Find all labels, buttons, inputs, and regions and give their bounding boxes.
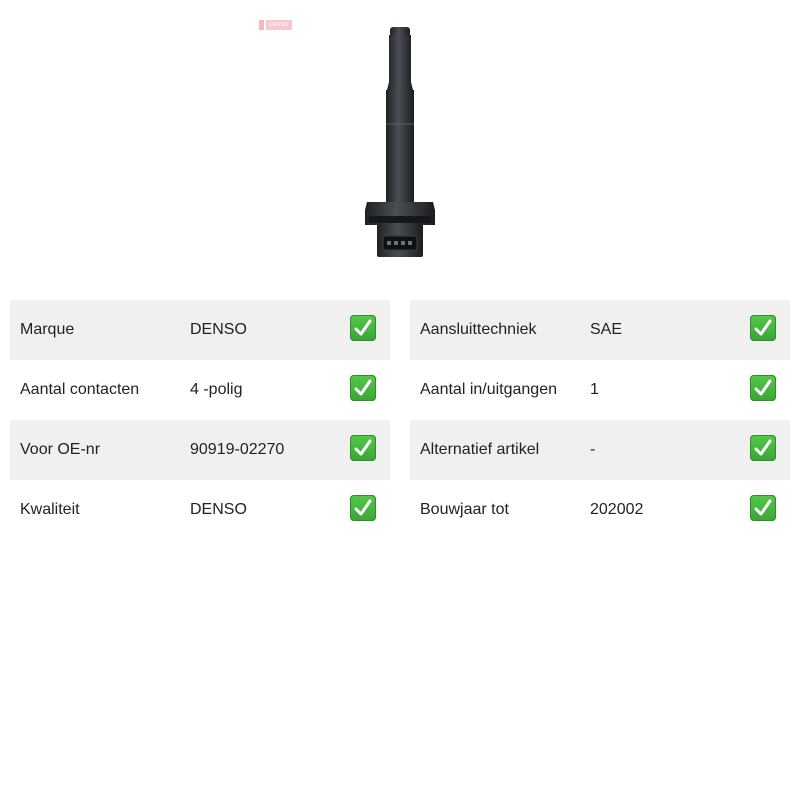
spec-label: Aantal in/uitgangen — [420, 381, 557, 398]
spec-column-left: Marque DENSO Aantal contacten 4 -polig V… — [10, 300, 390, 540]
spec-column-right: Aansluittechniek SAE Aantal in/uitgangen… — [410, 300, 790, 540]
spec-label: Aansluittechniek — [420, 321, 537, 338]
brand-logo: DENSO — [259, 19, 292, 31]
spec-value: 202002 — [590, 501, 644, 518]
spec-value: DENSO — [190, 501, 247, 518]
spec-row: Aantal in/uitgangen 1 — [410, 360, 790, 420]
product-hero: DENSO — [0, 0, 800, 280]
spec-row: Aansluittechniek SAE — [410, 300, 790, 360]
check-mark-icon — [350, 315, 376, 341]
spec-value: 1 — [590, 381, 599, 398]
spec-label: Voor OE-nr — [20, 441, 101, 458]
spec-value: 4 -polig — [190, 381, 243, 398]
check-mark-icon — [750, 495, 776, 521]
spec-table: Marque DENSO Aantal contacten 4 -polig V… — [10, 300, 790, 540]
check-mark-icon — [350, 375, 376, 401]
spec-row: Alternatief artikel - — [410, 420, 790, 480]
spec-value: DENSO — [190, 321, 247, 338]
spec-label: Aantal contacten — [20, 381, 140, 398]
spec-value: SAE — [590, 321, 623, 338]
check-mark-icon — [750, 375, 776, 401]
spec-row: Bouwjaar tot 202002 — [410, 480, 790, 540]
spec-value: - — [590, 441, 596, 458]
spec-label: Alternatief artikel — [420, 441, 540, 458]
spec-label: Kwaliteit — [20, 501, 80, 518]
check-mark-icon — [350, 495, 376, 521]
check-mark-icon — [350, 435, 376, 461]
ignition-coil-image — [365, 27, 435, 257]
spec-value: 90919-02270 — [190, 441, 285, 458]
spec-row: Aantal contacten 4 -polig — [10, 360, 390, 420]
spec-label: Marque — [20, 321, 75, 338]
spec-row: Marque DENSO — [10, 300, 390, 360]
check-mark-icon — [750, 315, 776, 341]
spec-row: Kwaliteit DENSO — [10, 480, 390, 540]
check-mark-icon — [750, 435, 776, 461]
spec-label: Bouwjaar tot — [420, 501, 509, 518]
brand-logo-text: DENSO — [266, 20, 292, 30]
spec-row: Voor OE-nr 90919-02270 — [10, 420, 390, 480]
